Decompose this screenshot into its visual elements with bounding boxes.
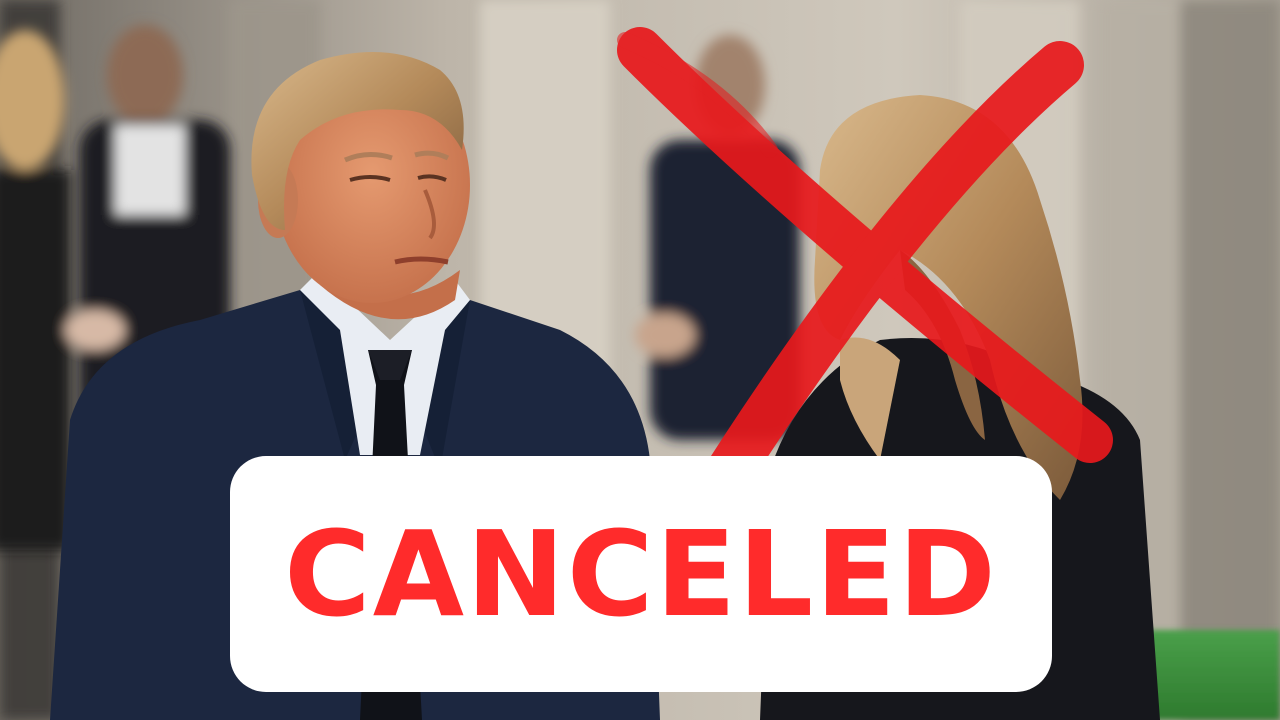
canceled-banner: CANCELED — [230, 456, 1052, 692]
thumbnail-image: CANCELED — [0, 0, 1280, 720]
canceled-headline: CANCELED — [284, 505, 998, 643]
